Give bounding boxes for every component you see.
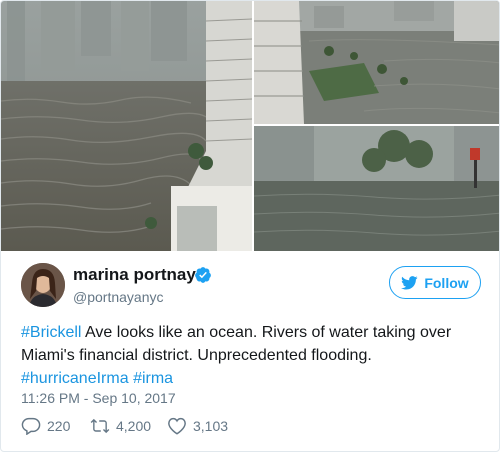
reply-count: 220 <box>47 418 71 434</box>
tweet-card: marina portnaya @portnayanyc Follow #Bri… <box>0 0 500 452</box>
reply-icon <box>21 417 41 435</box>
photo-flooded-street-aerial[interactable] <box>254 1 499 124</box>
follow-button[interactable]: Follow <box>389 266 481 299</box>
photo-flooded-street-level[interactable] <box>254 126 499 251</box>
hashtag-irma[interactable]: #irma <box>133 370 173 387</box>
retweet-count: 4,200 <box>116 418 152 434</box>
twitter-bird-icon <box>401 275 418 290</box>
reply-button[interactable]: 220 <box>21 415 70 437</box>
tweet-text-body: Ave looks like an ocean. Rivers of water… <box>21 324 452 364</box>
hashtag-brickell[interactable]: #Brickell <box>21 324 81 341</box>
retweet-icon <box>90 418 110 434</box>
follow-button-label: Follow <box>424 274 469 291</box>
handle[interactable]: @portnayanyc <box>73 289 163 305</box>
like-button[interactable]: 3,103 <box>167 415 228 437</box>
display-name[interactable]: marina portnaya <box>73 265 205 285</box>
retweet-button[interactable]: 4,200 <box>90 415 151 437</box>
hashtag-hurricaneirma[interactable]: #hurricaneIrma <box>21 370 129 387</box>
heart-icon <box>168 417 186 435</box>
media-grid <box>1 1 499 251</box>
timestamp[interactable]: 11:26 PM - Sep 10, 2017 <box>21 390 176 406</box>
photo-flooded-river[interactable] <box>1 1 252 251</box>
verified-badge-icon <box>195 267 211 283</box>
avatar[interactable] <box>21 263 65 307</box>
like-count: 3,103 <box>193 418 229 434</box>
tweet-text: #Brickell Ave looks like an ocean. River… <box>21 321 483 390</box>
